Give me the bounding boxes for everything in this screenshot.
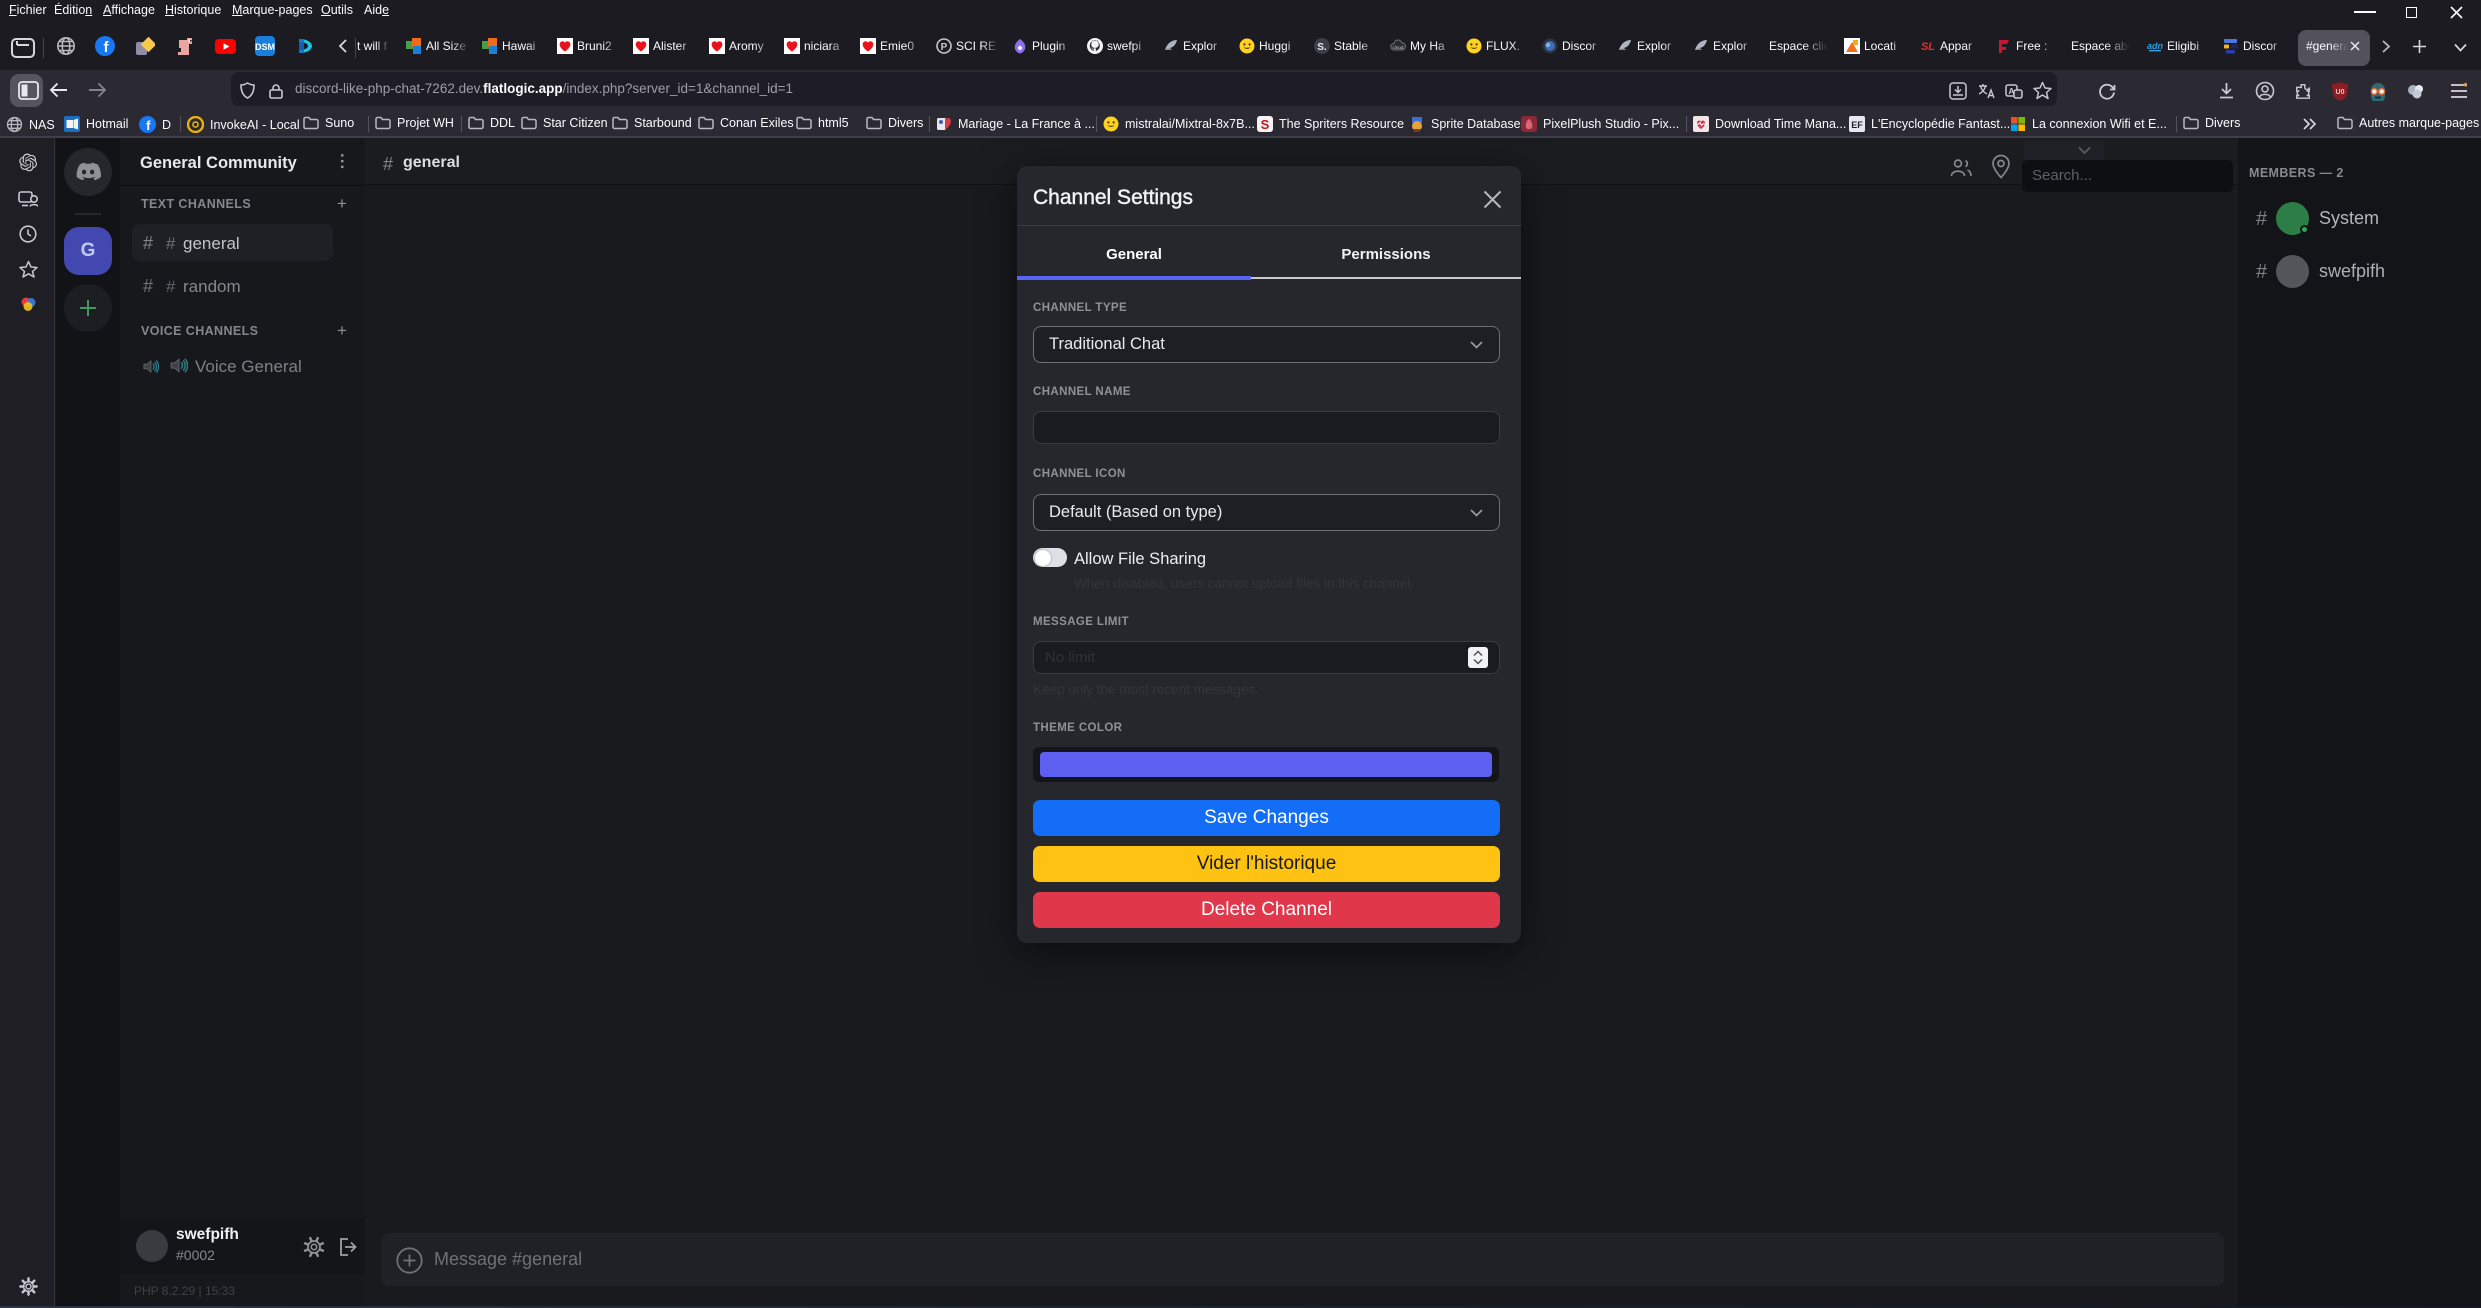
svg-text:SL: SL xyxy=(1921,41,1935,53)
svg-text:S: S xyxy=(1261,117,1270,132)
svg-text:DSM: DSM xyxy=(255,42,275,52)
svg-text:P: P xyxy=(941,42,948,53)
svg-text:S.: S. xyxy=(1317,42,1327,53)
svg-text:f: f xyxy=(146,118,151,133)
svg-text:EF: EF xyxy=(1851,120,1863,130)
svg-text:adn: adn xyxy=(2147,41,2163,51)
svg-text:U0: U0 xyxy=(2336,89,2345,96)
svg-text:cloud: cloud xyxy=(1393,45,1404,50)
